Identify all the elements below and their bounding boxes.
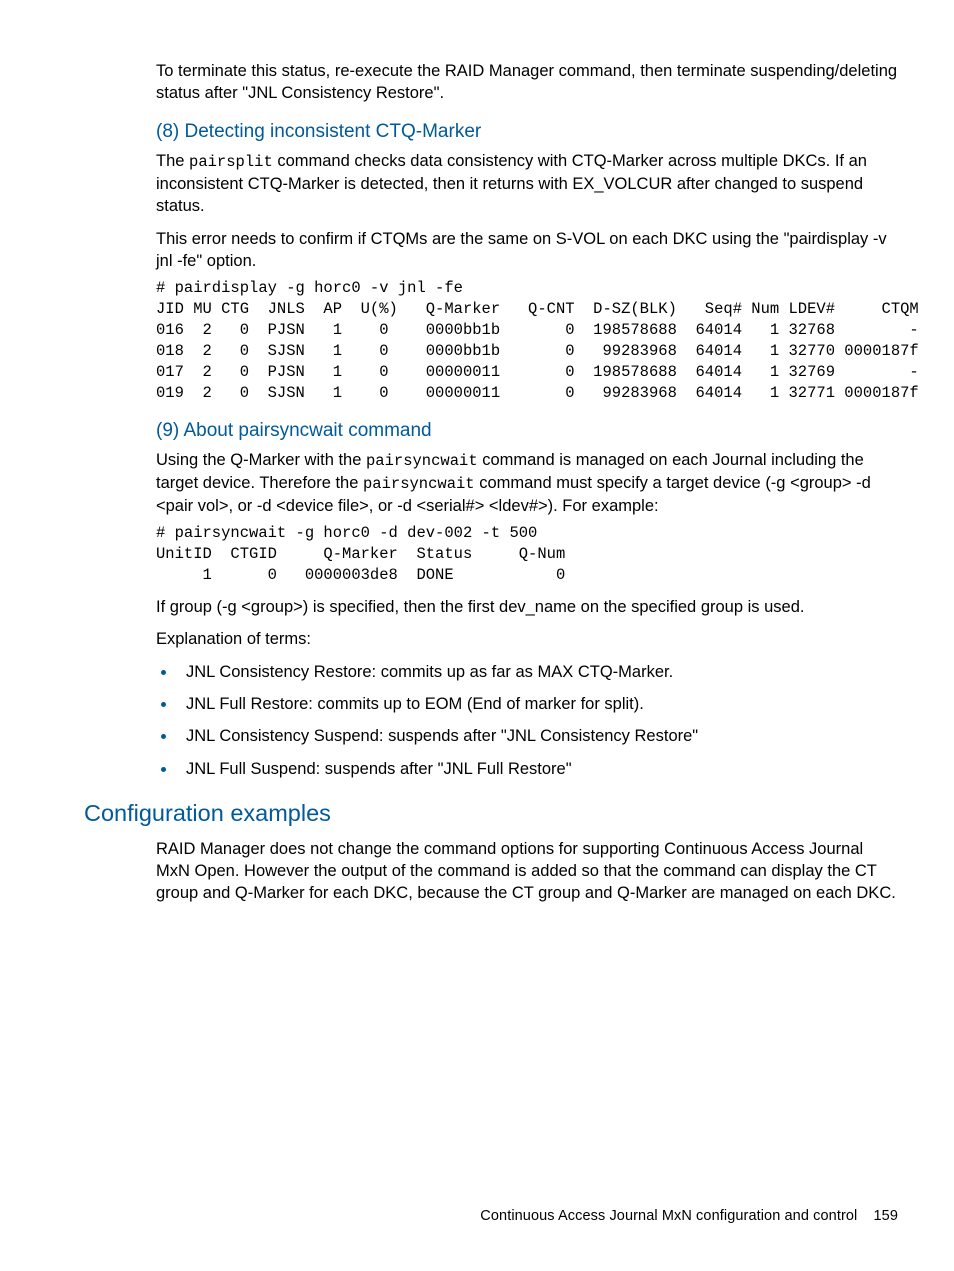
section-9: (9) About pairsyncwait command Using the… — [156, 418, 898, 780]
section-9-p2: If group (-g <group>) is specified, then… — [156, 596, 898, 618]
code-inline-pairsplit: pairsplit — [189, 153, 273, 171]
code-inline-pairsyncwait-2: pairsyncwait — [363, 475, 475, 493]
intro-paragraph: To terminate this status, re-execute the… — [156, 60, 898, 105]
terms-list: JNL Consistency Restore: commits up as f… — [156, 659, 898, 780]
page-container: To terminate this status, re-execute the… — [0, 0, 954, 1271]
section-9-p1: Using the Q-Marker with the pairsyncwait… — [156, 449, 898, 517]
list-item: JNL Full Suspend: suspends after "JNL Fu… — [178, 756, 898, 780]
section-8-p2: This error needs to confirm if CTQMs are… — [156, 228, 898, 273]
section-9-p3: Explanation of terms: — [156, 628, 898, 650]
list-item: JNL Consistency Restore: commits up as f… — [178, 659, 898, 683]
intro-block: To terminate this status, re-execute the… — [156, 60, 898, 105]
section-8-heading: (8) Detecting inconsistent CTQ-Marker — [156, 119, 898, 145]
section-9-code-block: # pairsyncwait -g horc0 -d dev-002 -t 50… — [156, 523, 898, 586]
section-8-code-block: # pairdisplay -g horc0 -v jnl -fe JID MU… — [156, 278, 898, 404]
section-8: (8) Detecting inconsistent CTQ-Marker Th… — [156, 119, 898, 404]
section-9-heading: (9) About pairsyncwait command — [156, 418, 898, 444]
text-run: The — [156, 152, 189, 170]
code-inline-pairsyncwait-1: pairsyncwait — [366, 452, 478, 470]
page-number: 159 — [874, 1208, 899, 1224]
list-item: JNL Full Restore: commits up to EOM (End… — [178, 691, 898, 715]
footer-text: Continuous Access Journal MxN configurat… — [480, 1208, 857, 1224]
list-item: JNL Consistency Suspend: suspends after … — [178, 723, 898, 747]
page-footer: Continuous Access Journal MxN configurat… — [480, 1207, 898, 1227]
text-run: Using the Q-Marker with the — [156, 451, 366, 469]
config-section: Configuration examples RAID Manager does… — [84, 798, 898, 905]
config-p1: RAID Manager does not change the command… — [156, 838, 898, 905]
section-8-p1: The pairsplit command checks data consis… — [156, 150, 898, 217]
config-heading: Configuration examples — [84, 798, 898, 830]
